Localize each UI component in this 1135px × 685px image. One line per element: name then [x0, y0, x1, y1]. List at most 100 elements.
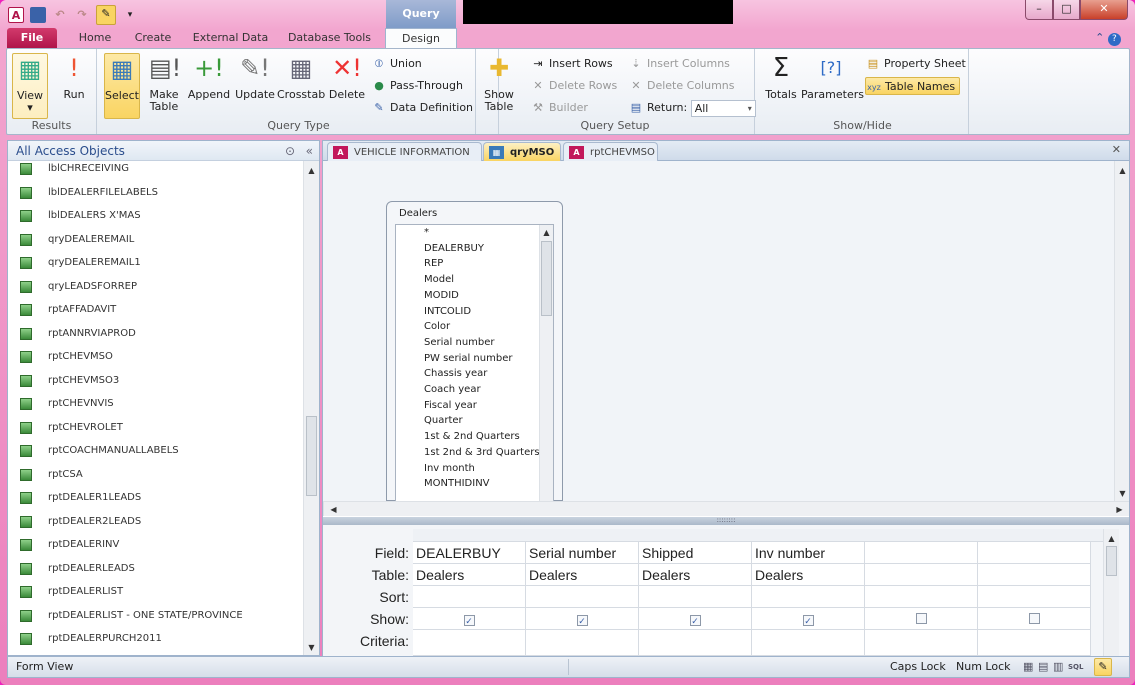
insert-columns-button[interactable]: ⇣ Insert Columns: [628, 55, 730, 73]
parameters-button[interactable]: [?] Parameters: [801, 53, 864, 101]
grid-cell-criteria[interactable]: [526, 630, 639, 656]
field-item[interactable]: MONTHIDINV: [424, 476, 490, 492]
grid-cell-table[interactable]: [978, 564, 1091, 586]
field-item[interactable]: Quarter: [424, 413, 463, 429]
delete-rows-button[interactable]: ✕ Delete Rows: [530, 77, 617, 95]
tab-database-tools[interactable]: Database Tools: [282, 28, 377, 48]
grid-cell-field[interactable]: Inv number: [752, 542, 865, 564]
scroll-up-icon[interactable]: ▲: [1104, 531, 1119, 546]
doc-tab-vehicle-information[interactable]: A VEHICLE INFORMATION: [327, 142, 482, 161]
show-checkbox[interactable]: ✓: [802, 615, 814, 626]
close-doc-icon[interactable]: ✕: [1112, 143, 1121, 156]
field-item[interactable]: Color: [424, 319, 450, 335]
datasheet-view-icon[interactable]: ▦: [1023, 657, 1033, 677]
totals-button[interactable]: Σ Totals: [763, 53, 799, 101]
scroll-up-icon[interactable]: ▲: [304, 163, 319, 178]
tab-create[interactable]: Create: [128, 28, 178, 48]
field-item[interactable]: PW serial number: [424, 351, 512, 367]
grid-cell-show[interactable]: [865, 608, 978, 630]
nav-item[interactable]: rptCHEVMSO3: [20, 370, 119, 392]
nav-scrollbar[interactable]: ▲ ▼: [303, 161, 319, 655]
union-button[interactable]: ⦶ Union: [371, 55, 422, 73]
nav-item[interactable]: qryDEALEREMAIL1: [20, 252, 141, 274]
grid-cell-field[interactable]: [978, 542, 1091, 564]
design-view-icon[interactable]: ✎: [96, 5, 116, 25]
nav-item[interactable]: rptCHEVROLET: [20, 417, 123, 439]
grid-cell-sort[interactable]: [526, 586, 639, 608]
grid-cell-criteria[interactable]: [413, 630, 526, 656]
grid-cell-show[interactable]: ✓: [752, 608, 865, 630]
doc-tab-qrymso[interactable]: ▦ qryMSO: [483, 142, 561, 161]
property-sheet-button[interactable]: ▤ Property Sheet: [865, 55, 966, 73]
save-icon[interactable]: [30, 7, 46, 23]
crosstab-button[interactable]: ▦ Crosstab: [277, 53, 325, 101]
table-field-list[interactable]: Dealers * DEALERBUY REP Model MODID INTCOLID C…: [386, 201, 563, 502]
select-button[interactable]: ▦ Select: [104, 53, 140, 119]
grid-cell-table[interactable]: Dealers: [752, 564, 865, 586]
show-table-button[interactable]: ✚ Show Table: [480, 53, 518, 113]
show-checkbox[interactable]: [1028, 613, 1040, 624]
nav-item[interactable]: qryLEADSFORREP: [20, 276, 137, 298]
scroll-up-icon[interactable]: ▲: [1115, 163, 1130, 178]
grid-cell-show[interactable]: ✓: [526, 608, 639, 630]
grid-cell-criteria[interactable]: [978, 630, 1091, 656]
nav-item[interactable]: rptDEALERLEADS: [20, 558, 135, 580]
delete-button[interactable]: ✕! Delete: [327, 53, 367, 101]
grid-cell-criteria[interactable]: [639, 630, 752, 656]
grid-cell-criteria[interactable]: [752, 630, 865, 656]
update-button[interactable]: ✎! Update: [233, 53, 277, 101]
show-checkbox[interactable]: ✓: [463, 615, 475, 626]
scroll-down-icon[interactable]: ▼: [1115, 486, 1130, 501]
field-list-scrollbar[interactable]: ▲: [539, 225, 553, 502]
scroll-down-icon[interactable]: ▼: [304, 640, 319, 655]
nav-item[interactable]: rptDEALER2LEADS: [20, 511, 141, 533]
field-item[interactable]: *: [424, 225, 429, 241]
grid-cell-sort[interactable]: [413, 586, 526, 608]
tab-file[interactable]: File: [7, 28, 57, 48]
scroll-thumb[interactable]: [1106, 546, 1117, 576]
nav-item[interactable]: rptDEALERLIST: [20, 581, 123, 603]
data-definition-button[interactable]: ✎ Data Definition: [371, 99, 473, 117]
builder-button[interactable]: ⚒ Builder: [530, 99, 588, 117]
maximize-button[interactable]: □: [1053, 0, 1080, 20]
make-table-button[interactable]: ▤! Make Table: [145, 53, 183, 113]
pivotchart-view-icon[interactable]: ▥: [1053, 657, 1063, 677]
nav-item[interactable]: rptCSA: [20, 464, 83, 486]
nav-item[interactable]: lblDEALERS X'MAS: [20, 205, 141, 227]
field-item[interactable]: Serial number: [424, 335, 495, 351]
nav-item[interactable]: rptCHEVNVIS: [20, 393, 114, 415]
scroll-right-icon[interactable]: ▶: [1112, 502, 1127, 517]
field-item[interactable]: Coach year: [424, 382, 481, 398]
grid-cell-sort[interactable]: [639, 586, 752, 608]
grid-cell-sort[interactable]: [752, 586, 865, 608]
help-icons[interactable]: ⌃ ?: [1088, 28, 1128, 48]
scroll-up-icon[interactable]: ▲: [540, 225, 553, 240]
collapse-pane-icon[interactable]: «: [306, 141, 313, 161]
nav-item[interactable]: rptDEALERPURCH2011: [20, 628, 162, 650]
scroll-left-icon[interactable]: ◀: [326, 502, 341, 517]
nav-menu-icon[interactable]: ⊙: [285, 141, 295, 161]
nav-item[interactable]: rptDEALER1LEADS: [20, 487, 141, 509]
grid-cell-show[interactable]: ✓: [639, 608, 752, 630]
nav-item[interactable]: rptCOACHMANUALLABELS: [20, 440, 179, 462]
column-selectors[interactable]: [413, 529, 1103, 542]
field-item[interactable]: 1st 2nd & 3rd Quarters: [424, 445, 540, 461]
field-item[interactable]: Fiscal year: [424, 398, 477, 414]
view-button[interactable]: ▦ View ▾: [12, 53, 48, 119]
show-checkbox[interactable]: ✓: [576, 615, 588, 626]
field-item[interactable]: DEALERBUY: [424, 241, 484, 257]
show-checkbox[interactable]: ✓: [689, 615, 701, 626]
insert-rows-button[interactable]: ⇥ Insert Rows: [530, 55, 612, 73]
sql-view-button[interactable]: SQL: [1068, 657, 1083, 677]
field-item[interactable]: 1st & 2nd Quarters: [424, 429, 520, 445]
nav-item[interactable]: rptDEALERLIST - ONE STATE/PROVINCE: [20, 605, 243, 627]
design-view-button[interactable]: ✎: [1094, 658, 1112, 676]
grid-scrollbar[interactable]: ▲: [1103, 529, 1119, 656]
tab-design[interactable]: Design: [385, 28, 457, 48]
scroll-thumb[interactable]: [306, 416, 317, 496]
nav-item[interactable]: rptDEALERINV: [20, 534, 119, 556]
field-item[interactable]: Inv month: [424, 461, 475, 477]
grid-cell-table[interactable]: Dealers: [526, 564, 639, 586]
field-item[interactable]: MODID: [424, 288, 459, 304]
undo-icon[interactable]: ↶: [52, 7, 68, 23]
